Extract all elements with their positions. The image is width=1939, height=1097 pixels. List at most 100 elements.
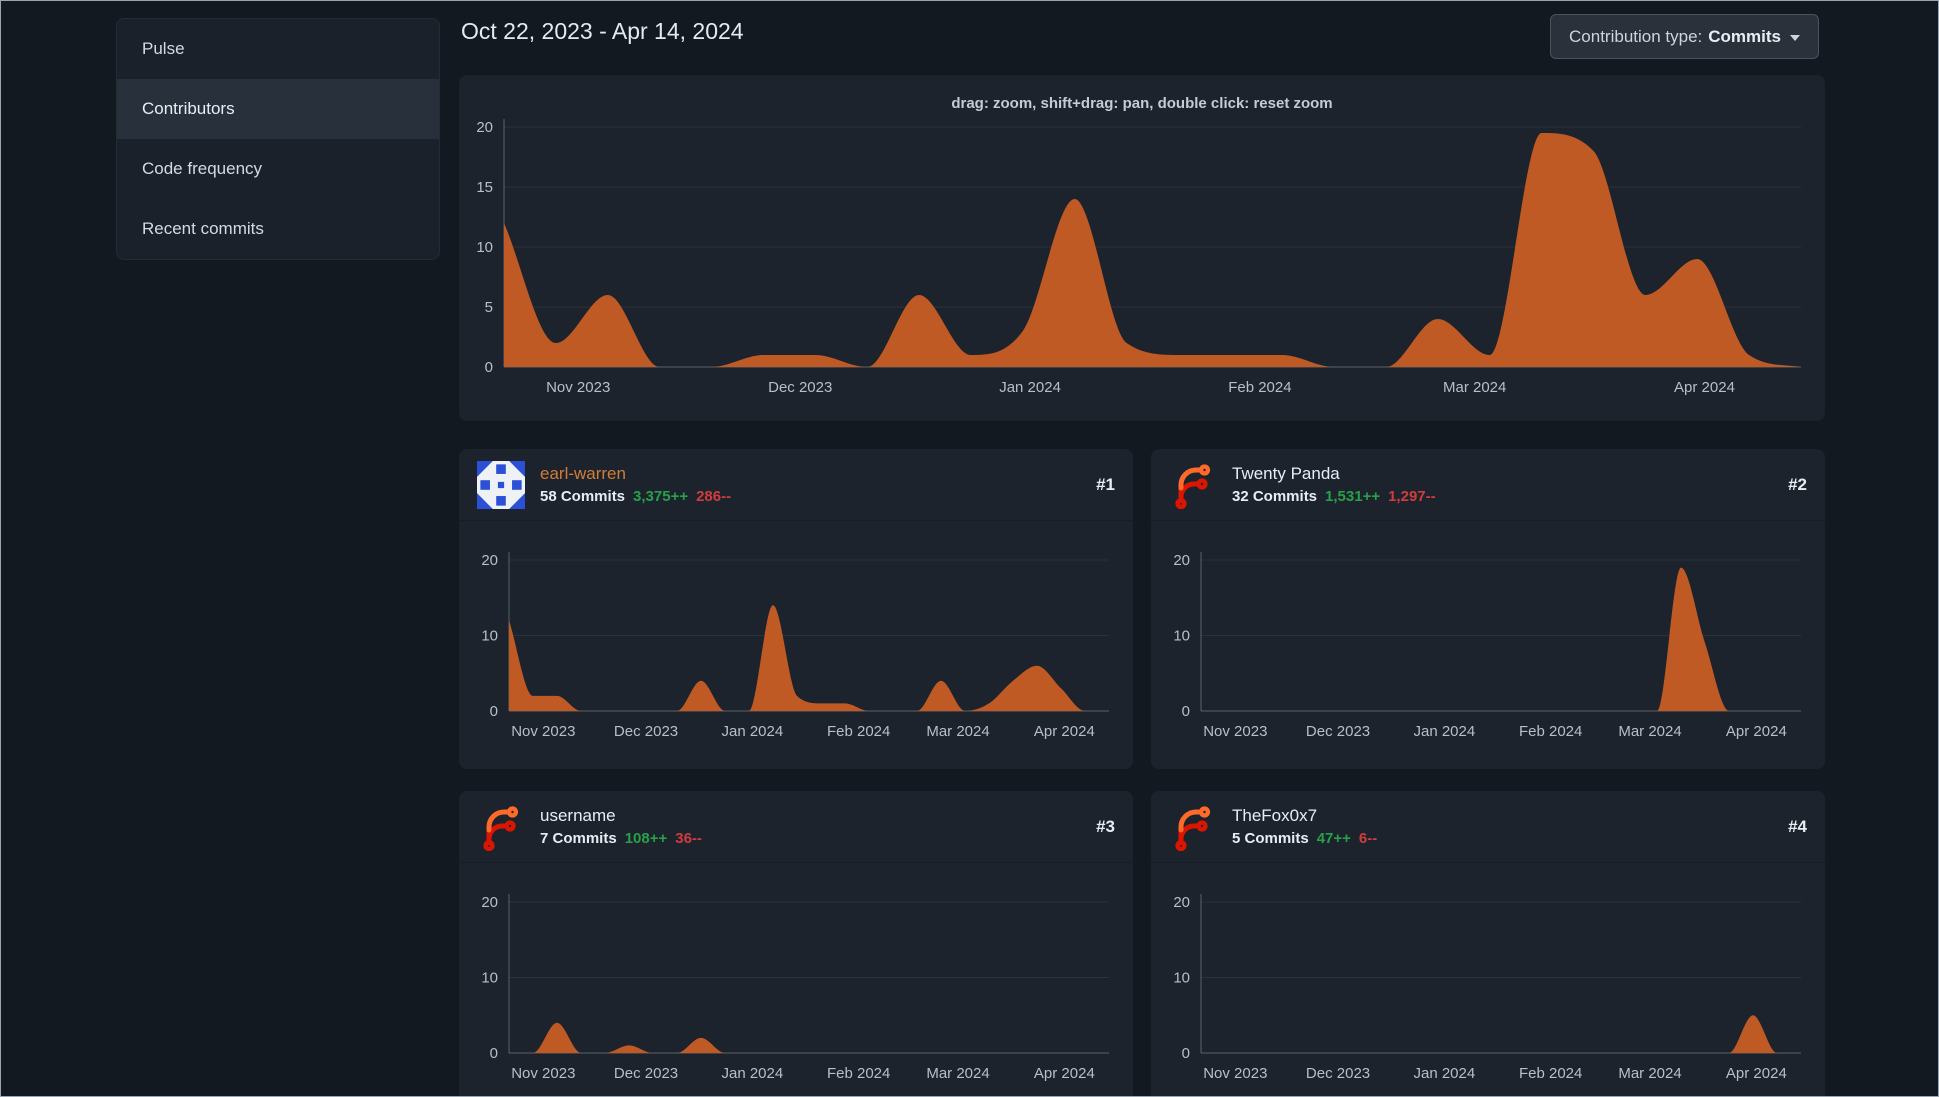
svg-text:Mar 2024: Mar 2024: [1618, 1065, 1681, 1082]
contributor-name[interactable]: Twenty Panda: [1232, 464, 1436, 484]
svg-text:Feb 2024: Feb 2024: [1228, 379, 1291, 396]
deletions-count: 286--: [696, 488, 732, 505]
contributor-activity-chart[interactable]: 0 10 20 Nov 2023 Dec 2023 Jan 2024 Feb 2024 Mar…: [1151, 863, 1825, 1097]
svg-text:Jan 2024: Jan 2024: [1413, 723, 1475, 740]
forgejo-logo-avatar[interactable]: [1169, 803, 1217, 851]
svg-text:Dec 2023: Dec 2023: [1306, 723, 1370, 740]
svg-text:20: 20: [481, 552, 498, 569]
svg-text:10: 10: [481, 628, 498, 645]
contributor-rank-badge: #4: [1788, 816, 1807, 836]
svg-text:20: 20: [1173, 552, 1190, 569]
svg-text:Apr 2024: Apr 2024: [1034, 723, 1095, 740]
svg-text:0: 0: [485, 359, 493, 376]
deletions-count: 1,297--: [1388, 488, 1436, 505]
svg-text:0: 0: [1182, 1045, 1190, 1062]
forgejo-logo-icon: [483, 805, 519, 851]
commit-count: 32 Commits: [1232, 488, 1318, 505]
additions-count: 1,531++: [1325, 488, 1381, 505]
svg-text:Mar 2024: Mar 2024: [926, 723, 989, 740]
svg-text:Dec 2023: Dec 2023: [614, 723, 678, 740]
svg-text:Feb 2024: Feb 2024: [1519, 723, 1582, 740]
contributor-activity-chart[interactable]: 0 10 20 Nov 2023 Dec 2023 Jan 2024 Feb 2024 Mar…: [459, 863, 1133, 1097]
contribution-type-label: Contribution type:: [1569, 26, 1703, 46]
svg-text:Feb 2024: Feb 2024: [827, 1065, 890, 1082]
contributor-activity-chart[interactable]: 0 10 20 Nov 2023 Dec 2023 Jan 2024 Feb 2024 Mar…: [459, 521, 1133, 769]
contributor-card: username 7 Commits 108++ 36-- #3 0 10 20 Nov …: [459, 791, 1133, 1097]
svg-text:Apr 2024: Apr 2024: [1726, 723, 1787, 740]
identicon-pattern-icon: [477, 460, 525, 509]
contributor-stats: 32 Commits 1,531++ 1,297--: [1232, 488, 1436, 505]
svg-text:Nov 2023: Nov 2023: [511, 723, 575, 740]
svg-text:Mar 2024: Mar 2024: [1443, 379, 1506, 396]
svg-text:20: 20: [476, 119, 493, 136]
svg-text:Feb 2024: Feb 2024: [1519, 1065, 1582, 1082]
svg-text:15: 15: [476, 179, 493, 196]
svg-text:0: 0: [490, 703, 498, 720]
sidebar-item-contributors[interactable]: Contributors: [117, 79, 439, 139]
forgejo-logo-icon: [1175, 463, 1211, 509]
identicon-avatar[interactable]: [477, 460, 525, 509]
additions-count: 47++: [1316, 830, 1351, 847]
repo-activity-contributors-page: Pulse Contributors Code frequency Recent…: [0, 0, 1939, 1097]
contributor-rank-badge: #3: [1096, 816, 1115, 836]
svg-text:Jan 2024: Jan 2024: [721, 1065, 783, 1082]
forgejo-logo-avatar[interactable]: [477, 803, 525, 851]
contributor-name[interactable]: TheFox0x7: [1232, 806, 1377, 826]
contributor-card-header: Twenty Panda 32 Commits 1,531++ 1,297-- #2: [1151, 449, 1825, 521]
svg-text:Jan 2024: Jan 2024: [721, 723, 783, 740]
svg-text:Apr 2024: Apr 2024: [1674, 379, 1735, 396]
svg-text:Nov 2023: Nov 2023: [1203, 723, 1267, 740]
svg-text:Dec 2023: Dec 2023: [1306, 1065, 1370, 1082]
svg-text:Nov 2023: Nov 2023: [546, 379, 610, 396]
svg-text:0: 0: [1182, 703, 1190, 720]
svg-text:Dec 2023: Dec 2023: [768, 379, 832, 396]
contributor-card-header: username 7 Commits 108++ 36-- #3: [459, 791, 1133, 863]
svg-text:Nov 2023: Nov 2023: [511, 1065, 575, 1082]
svg-text:Mar 2024: Mar 2024: [926, 1065, 989, 1082]
commit-count: 5 Commits: [1232, 830, 1309, 847]
sidebar-item-code-frequency[interactable]: Code frequency: [117, 139, 439, 199]
svg-text:Mar 2024: Mar 2024: [1618, 723, 1681, 740]
contributor-rank-badge: #2: [1788, 474, 1807, 494]
contributor-card: TheFox0x7 5 Commits 47++ 6-- #4 0 10 20 Nov 2…: [1151, 791, 1825, 1097]
sidebar-item-recent-commits[interactable]: Recent commits: [117, 199, 439, 259]
svg-text:20: 20: [1173, 894, 1190, 911]
svg-text:Jan 2024: Jan 2024: [1413, 1065, 1475, 1082]
svg-text:10: 10: [1173, 970, 1190, 987]
svg-text:0: 0: [490, 1045, 498, 1062]
contributor-stats: 58 Commits 3,375++ 286--: [540, 488, 731, 505]
commit-count: 7 Commits: [540, 830, 617, 847]
contributor-card-header: earl-warren 58 Commits 3,375++ 286-- #1: [459, 449, 1133, 521]
contributor-rank-badge: #1: [1096, 474, 1115, 494]
forgejo-logo-avatar[interactable]: [1169, 461, 1217, 509]
contributor-activity-chart[interactable]: 0 10 20 Nov 2023 Dec 2023 Jan 2024 Feb 2024 Mar…: [1151, 521, 1825, 769]
svg-text:10: 10: [476, 239, 493, 256]
contributor-card: earl-warren 58 Commits 3,375++ 286-- #1 0 1…: [459, 449, 1133, 769]
main-activity-chart[interactable]: 0 5 10 15 20 Nov 2023 Dec 2023 Jan 2024 Feb 2024…: [459, 75, 1825, 421]
contributor-card: Twenty Panda 32 Commits 1,531++ 1,297-- #2…: [1151, 449, 1825, 769]
chevron-down-icon: [1790, 35, 1800, 41]
svg-text:Jan 2024: Jan 2024: [999, 379, 1061, 396]
contributor-name[interactable]: username: [540, 806, 702, 826]
deletions-count: 6--: [1358, 830, 1378, 847]
svg-text:10: 10: [481, 970, 498, 987]
svg-text:5: 5: [485, 299, 493, 316]
svg-text:20: 20: [481, 894, 498, 911]
deletions-count: 36--: [675, 830, 702, 847]
contribution-type-dropdown[interactable]: Contribution type: Commits: [1550, 14, 1819, 59]
contributor-stats: 7 Commits 108++ 36--: [540, 830, 702, 847]
contributor-name[interactable]: earl-warren: [540, 464, 731, 484]
svg-text:Dec 2023: Dec 2023: [614, 1065, 678, 1082]
forgejo-logo-icon: [1175, 805, 1211, 851]
contribution-type-value: Commits: [1708, 26, 1781, 46]
svg-text:10: 10: [1173, 628, 1190, 645]
svg-text:Apr 2024: Apr 2024: [1034, 1065, 1095, 1082]
additions-count: 108++: [624, 830, 668, 847]
additions-count: 3,375++: [633, 488, 689, 505]
activity-chart-card: drag: zoom, shift+drag: pan, double clic…: [459, 75, 1825, 421]
contributor-card-header: TheFox0x7 5 Commits 47++ 6-- #4: [1151, 791, 1825, 863]
svg-text:Nov 2023: Nov 2023: [1203, 1065, 1267, 1082]
commit-count: 58 Commits: [540, 488, 626, 505]
sidebar-item-pulse[interactable]: Pulse: [117, 19, 439, 79]
svg-text:Feb 2024: Feb 2024: [827, 723, 890, 740]
